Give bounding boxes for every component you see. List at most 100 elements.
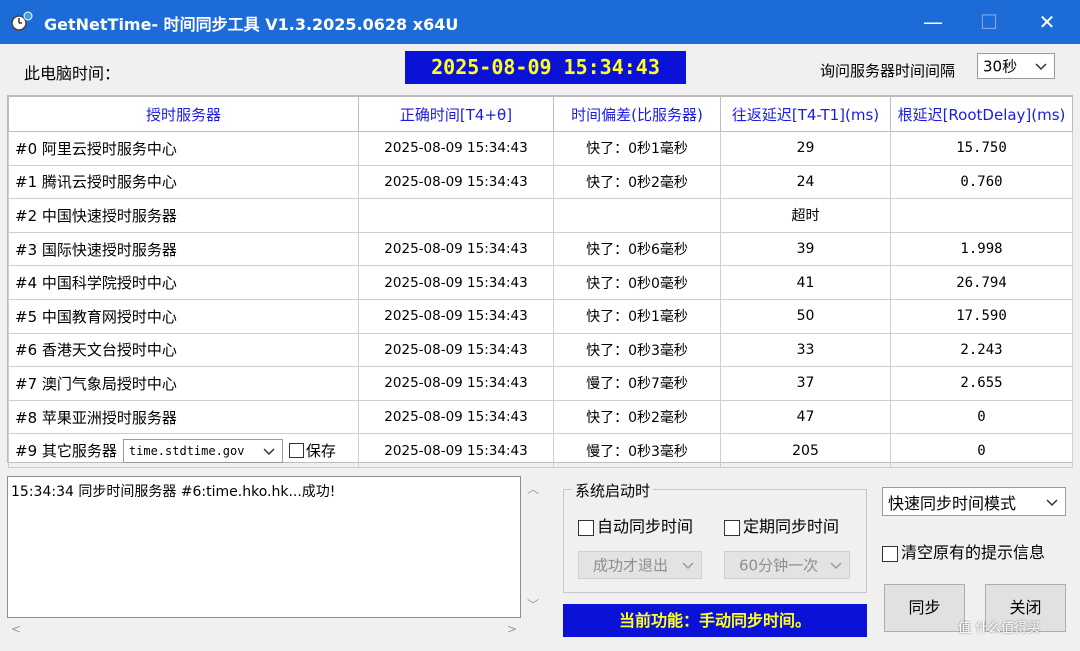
time-offset: 快了：0秒2毫秒: [553, 399, 721, 435]
column-header-server[interactable]: 授时服务器: [8, 96, 359, 132]
time-offset: 快了：0秒3毫秒: [553, 332, 721, 368]
exit-condition-select[interactable]: 成功才退出: [578, 551, 702, 579]
root-delay: 26.794: [890, 265, 1073, 300]
chevron-down-icon: [261, 443, 276, 458]
auto-sync-option[interactable]: 自动同步时间: [578, 513, 693, 537]
sync-mode-select[interactable]: 快速同步时间模式: [882, 487, 1066, 516]
auto-sync-checkbox[interactable]: [578, 519, 594, 536]
query-interval-label: 询问服务器时间间隔: [820, 62, 956, 80]
periodic-sync-label: 定期同步时间: [743, 517, 840, 536]
startup-group-title: 系统启动时: [572, 480, 654, 501]
root-delay: 1.998: [890, 231, 1073, 267]
server-name: #5 中国教育网授时中心: [8, 298, 359, 334]
auto-sync-label: 自动同步时间: [597, 517, 694, 536]
sync-button[interactable]: 同步: [884, 584, 965, 632]
table-row[interactable]: #3 国际快速授时服务器 2025-08-09 15:34:43 快了：0秒6毫…: [8, 231, 1073, 267]
root-delay: 2.243: [890, 332, 1073, 368]
server-name: #3 国际快速授时服务器: [8, 231, 359, 267]
chevron-down-icon: [1035, 63, 1047, 71]
correct-time: 2025-08-09 15:34:43: [358, 265, 554, 300]
watermark: 值 什么值得买: [958, 621, 1041, 636]
server-name: #7 澳门气象局授时中心: [8, 366, 359, 401]
time-offset: 快了：0秒1毫秒: [553, 298, 721, 334]
time-offset: 快了：0秒1毫秒: [553, 131, 721, 166]
table-row[interactable]: #2 中国快速授时服务器 超时: [8, 198, 1073, 233]
correct-time: 2025-08-09 15:34:43: [358, 399, 554, 435]
log-textarea[interactable]: 15:34:34 同步时间服务器 #6:time.hko.hk...成功!: [7, 476, 521, 618]
root-delay: 0: [890, 399, 1073, 435]
window-title: GetNetTime- 时间同步工具 V1.3.2025.0628 x64U: [44, 15, 459, 34]
root-delay: 17.590: [890, 298, 1073, 334]
periodic-sync-option[interactable]: 定期同步时间: [724, 513, 839, 537]
column-header-root-delay[interactable]: 根延迟[RootDelay](ms): [890, 96, 1073, 132]
round-trip-delay: 47: [720, 399, 891, 435]
round-trip-delay: 50: [720, 298, 891, 334]
correct-time: 2025-08-09 15:34:43: [358, 298, 554, 334]
query-interval-value: 30秒: [983, 57, 1018, 76]
time-offset: [553, 198, 721, 233]
clear-messages-label: 清空原有的提示信息: [901, 543, 1046, 562]
table-row-other-server[interactable]: #9 其它服务器 time.stdtime.gov 保存 2025-08-09 …: [8, 433, 1073, 468]
other-server-cell: #9 其它服务器 time.stdtime.gov 保存: [8, 433, 359, 468]
server-name: #2 中国快速授时服务器: [8, 198, 359, 233]
table-row[interactable]: #7 澳门气象局授时中心 2025-08-09 15:34:43 慢了：0秒7毫…: [8, 366, 1073, 401]
correct-time: 2025-08-09 15:34:43: [358, 433, 554, 468]
scroll-left-icon[interactable]: <: [11, 622, 21, 636]
scroll-right-icon[interactable]: >: [507, 622, 517, 636]
table-row[interactable]: #8 苹果亚洲授时服务器 2025-08-09 15:34:43 快了：0秒2毫…: [8, 399, 1073, 435]
app-clock-icon: [11, 11, 33, 31]
round-trip-delay: 205: [720, 433, 891, 468]
clear-messages-option[interactable]: 清空原有的提示信息: [882, 539, 1045, 563]
root-delay: [890, 198, 1073, 233]
round-trip-delay: 24: [720, 164, 891, 200]
correct-time: [358, 198, 554, 233]
clear-messages-checkbox[interactable]: [882, 545, 898, 562]
maximize-button[interactable]: ☐: [960, 0, 1018, 44]
round-trip-delay: 29: [720, 131, 891, 166]
server-name: #0 阿里云授时服务中心: [8, 131, 359, 166]
table-row[interactable]: #0 阿里云授时服务中心 2025-08-09 15:34:43 快了：0秒1毫…: [8, 131, 1073, 166]
exit-condition-value: 成功才退出: [593, 556, 669, 575]
sync-frequency-select[interactable]: 60分钟一次: [724, 551, 850, 579]
time-offset: 快了：0秒0毫秒: [553, 265, 721, 300]
table-row[interactable]: #1 腾讯云授时服务中心 2025-08-09 15:34:43 快了：0秒2毫…: [8, 164, 1073, 200]
pc-time-label: 此电脑时间：: [24, 64, 121, 83]
close-window-button[interactable]: ✕: [1018, 0, 1076, 44]
root-delay: 15.750: [890, 131, 1073, 166]
column-header-time-offset[interactable]: 时间偏差(比服务器): [553, 96, 721, 132]
sync-frequency-value: 60分钟一次: [739, 556, 819, 575]
log-vertical-scrollbar[interactable]: ︿ ﹀: [521, 476, 545, 618]
table-row[interactable]: #6 香港天文台授时中心 2025-08-09 15:34:43 快了：0秒3毫…: [8, 332, 1073, 368]
table-row[interactable]: #5 中国教育网授时中心 2025-08-09 15:34:43 快了：0秒1毫…: [8, 298, 1073, 334]
periodic-sync-checkbox[interactable]: [724, 519, 740, 536]
save-checkbox[interactable]: [288, 443, 304, 459]
time-offset: 慢了：0秒7毫秒: [553, 366, 721, 401]
chevron-down-icon: [1046, 498, 1058, 506]
other-server-select[interactable]: time.stdtime.gov: [122, 438, 283, 463]
correct-time: 2025-08-09 15:34:43: [358, 332, 554, 368]
column-header-round-trip-delay[interactable]: 往返延迟[T4-T1](ms): [720, 96, 891, 132]
server-name: #1 腾讯云授时服务中心: [8, 164, 359, 200]
scroll-up-icon[interactable]: ︿: [527, 480, 539, 497]
root-delay: 0.760: [890, 164, 1073, 200]
chevron-down-icon: [830, 562, 842, 570]
save-label: 保存: [305, 442, 336, 461]
minimize-button[interactable]: —: [904, 0, 962, 44]
correct-time: 2025-08-09 15:34:43: [358, 131, 554, 166]
table-row[interactable]: #4 中国科学院授时中心 2025-08-09 15:34:43 快了：0秒0毫…: [8, 265, 1073, 300]
pc-clock-display: 2025-08-09 15:34:43: [405, 51, 686, 84]
scroll-down-icon[interactable]: ﹀: [527, 596, 539, 613]
round-trip-delay: 超时: [720, 198, 891, 233]
time-offset: 快了：0秒2毫秒: [553, 164, 721, 200]
round-trip-delay: 39: [720, 231, 891, 267]
server-name: #8 苹果亚洲授时服务器: [8, 399, 359, 435]
table-header-row: 授时服务器 正确时间[T4+θ] 时间偏差(比服务器) 往返延迟[T4-T1](…: [8, 96, 1073, 132]
root-delay: 2.655: [890, 366, 1073, 401]
query-interval-select[interactable]: 30秒: [977, 53, 1055, 79]
time-offset: 快了：0秒6毫秒: [553, 231, 721, 267]
title-bar: GetNetTime- 时间同步工具 V1.3.2025.0628 x64U —…: [0, 0, 1080, 44]
log-horizontal-scrollbar[interactable]: < >: [7, 618, 521, 642]
column-header-correct-time[interactable]: 正确时间[T4+θ]: [358, 96, 554, 132]
correct-time: 2025-08-09 15:34:43: [358, 366, 554, 401]
chevron-down-icon: [682, 562, 694, 570]
